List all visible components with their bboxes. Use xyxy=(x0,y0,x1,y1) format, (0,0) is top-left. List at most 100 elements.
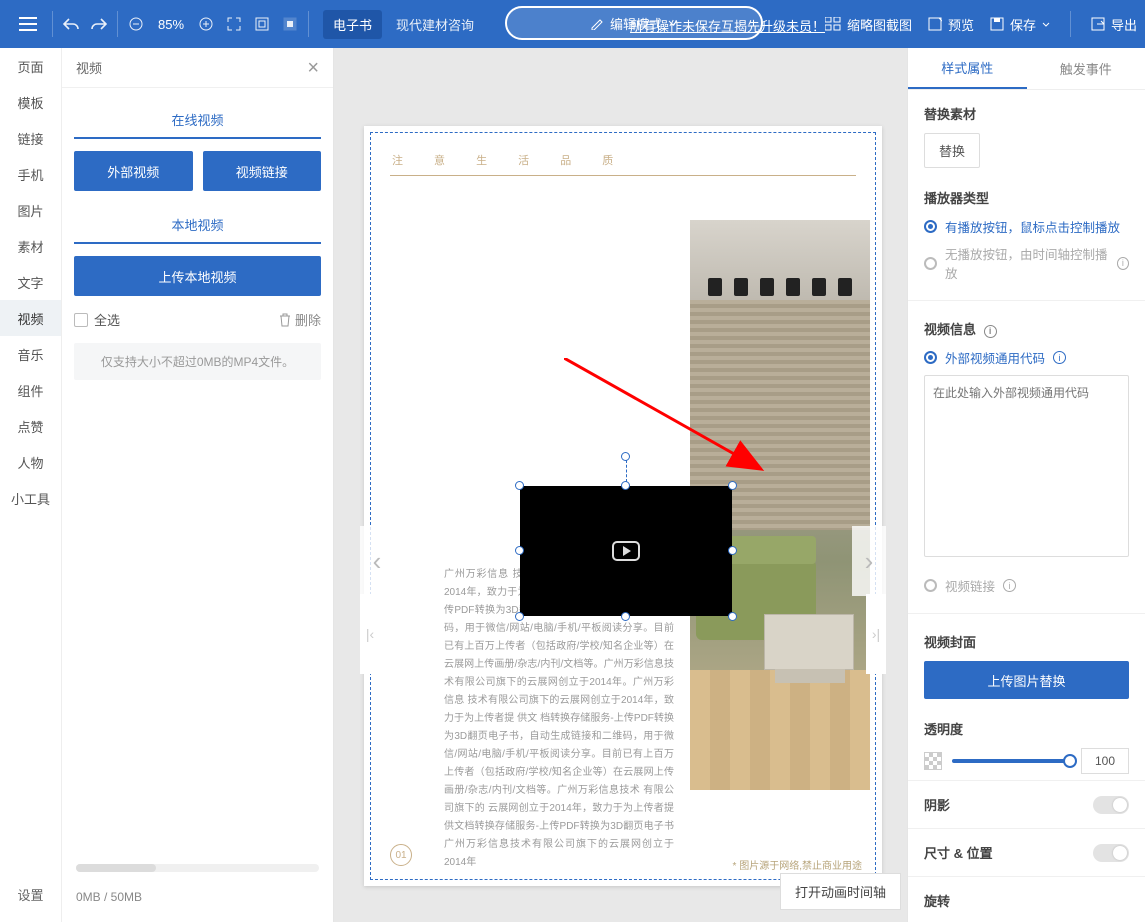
resize-handle[interactable] xyxy=(515,612,524,621)
player-opt-no-button[interactable]: 无播放按钮，由时间轴控制播放 i xyxy=(924,244,1129,282)
delete-button[interactable]: 删除 xyxy=(279,310,321,329)
resize-handle[interactable] xyxy=(515,481,524,490)
video-element[interactable] xyxy=(520,486,732,616)
topbar: 85% 电子书 现代建材咨询 编辑模式 所有操作未保存互揭先升级未员！ 缩略图截… xyxy=(0,0,1145,48)
size-position-row[interactable]: 尺寸 & 位置 xyxy=(908,828,1145,876)
tab-event[interactable]: 触发事件 xyxy=(1027,48,1145,89)
rotate-handle[interactable] xyxy=(621,452,630,461)
open-timeline-button[interactable]: 打开动画时间轴 xyxy=(780,873,901,910)
canvas[interactable]: 注 意 生 活 品 质 * 图片源于网络,禁止商业用途 广州万彩信息 技术有限公… xyxy=(334,48,907,922)
nav-link[interactable]: 链接 xyxy=(0,120,61,156)
nav-asset[interactable]: 素材 xyxy=(0,228,61,264)
nav-tool[interactable]: 小工具 xyxy=(0,480,61,516)
radio-icon xyxy=(924,220,937,233)
tab-local-video[interactable]: 本地视频 xyxy=(74,205,321,244)
nav-music[interactable]: 音乐 xyxy=(0,336,61,372)
radio-icon xyxy=(924,257,937,270)
storage-usage: 0MB / 50MB xyxy=(76,890,142,904)
opacity-title: 透明度 xyxy=(924,719,1129,738)
page-number: 01 xyxy=(390,844,412,866)
video-link-option[interactable]: 视频链接 i xyxy=(924,576,1129,595)
video-code-textarea[interactable] xyxy=(924,375,1129,557)
upload-cover-button[interactable]: 上传图片替换 xyxy=(924,661,1129,699)
info-icon[interactable]: i xyxy=(1117,257,1129,270)
first-page-button[interactable]: |‹ xyxy=(360,594,380,674)
zoom-in-icon[interactable] xyxy=(192,10,220,38)
nav-settings[interactable]: 设置 xyxy=(0,876,61,912)
transparency-icon xyxy=(924,752,942,770)
nav-image[interactable]: 图片 xyxy=(0,192,61,228)
save-icon xyxy=(990,17,1004,31)
replace-button[interactable]: 替换 xyxy=(924,133,980,168)
undo-icon[interactable] xyxy=(57,10,85,38)
info-icon[interactable]: i xyxy=(1003,579,1016,592)
video-info-title: 视频信息 i xyxy=(924,319,1129,338)
page[interactable]: 注 意 生 活 品 质 * 图片源于网络,禁止商业用途 广州万彩信息 技术有限公… xyxy=(364,126,882,886)
external-video-button[interactable]: 外部视频 xyxy=(74,151,193,191)
shadow-row[interactable]: 阴影 xyxy=(908,780,1145,828)
info-icon[interactable]: i xyxy=(1053,351,1066,364)
nav-video[interactable]: 视频 xyxy=(0,300,61,336)
next-page-button[interactable]: › xyxy=(852,526,886,596)
export-button[interactable]: 导出 xyxy=(1091,15,1137,34)
resize-handle[interactable] xyxy=(728,612,737,621)
tab-style[interactable]: 样式属性 xyxy=(908,48,1027,89)
zoom-level[interactable]: 85% xyxy=(150,17,192,32)
nav-widget[interactable]: 组件 xyxy=(0,372,61,408)
shadow-toggle[interactable] xyxy=(1093,796,1129,814)
video-link-button[interactable]: 视频链接 xyxy=(203,151,322,191)
info-icon[interactable]: i xyxy=(984,325,997,338)
select-all-label: 全选 xyxy=(94,310,120,329)
resize-handle[interactable] xyxy=(728,546,737,555)
nav-like[interactable]: 点赞 xyxy=(0,408,61,444)
close-icon[interactable]: × xyxy=(307,58,319,78)
panel-scrollbar[interactable] xyxy=(76,864,319,872)
left-nav: 页面 模板 链接 手机 图片 素材 文字 视频 音乐 组件 点赞 人物 小工具 … xyxy=(0,48,62,922)
thumbnail-button[interactable]: 缩略图截图 xyxy=(825,15,912,34)
resize-handle[interactable] xyxy=(621,612,630,621)
player-opt-with-button[interactable]: 有播放按钮，鼠标点击控制播放 xyxy=(924,217,1129,236)
rotate-row: 旋转 xyxy=(908,876,1145,922)
radio-icon xyxy=(924,579,937,592)
bound2-icon[interactable] xyxy=(276,10,304,38)
zoom-out-icon[interactable] xyxy=(122,10,150,38)
bound1-icon[interactable] xyxy=(248,10,276,38)
tab-online-video[interactable]: 在线视频 xyxy=(74,100,321,139)
nav-page[interactable]: 页面 xyxy=(0,48,61,84)
properties-panel: 样式属性 触发事件 替换素材 替换 播放器类型 有播放按钮，鼠标点击控制播放 无… xyxy=(907,48,1145,922)
radio-icon xyxy=(924,351,937,364)
page-heading: 注 意 生 活 品 质 xyxy=(390,152,856,176)
opacity-value[interactable]: 100 xyxy=(1081,748,1129,774)
last-page-button[interactable]: ›| xyxy=(866,594,886,674)
document-title: 现代建材咨询 xyxy=(396,15,474,34)
menu-icon[interactable] xyxy=(8,17,48,31)
thumbnail-icon xyxy=(825,17,841,31)
sizepos-toggle[interactable] xyxy=(1093,844,1129,862)
resize-handle[interactable] xyxy=(728,481,737,490)
panel-title: 视频 xyxy=(76,58,102,77)
fit-icon[interactable] xyxy=(220,10,248,38)
play-icon xyxy=(612,541,640,561)
video-cover-title: 视频封面 xyxy=(924,632,1129,651)
video-panel: 视频 × 在线视频 外部视频 视频链接 本地视频 上传本地视频 全选 删除 仅支… xyxy=(62,48,334,922)
export-icon xyxy=(1091,17,1105,31)
redo-icon[interactable] xyxy=(85,10,113,38)
preview-button[interactable]: 预览 xyxy=(928,15,974,34)
save-hint[interactable]: 所有操作未保存互揭先升级未员！ xyxy=(630,16,825,35)
video-code-option[interactable]: 外部视频通用代码 i xyxy=(924,348,1129,367)
opacity-slider[interactable] xyxy=(952,759,1071,763)
prev-page-button[interactable]: ‹ xyxy=(360,526,394,596)
nav-text[interactable]: 文字 xyxy=(0,264,61,300)
save-button[interactable]: 保存 xyxy=(990,15,1050,34)
nav-mobile[interactable]: 手机 xyxy=(0,156,61,192)
ebook-tag[interactable]: 电子书 xyxy=(323,10,382,39)
resize-handle[interactable] xyxy=(515,546,524,555)
chevron-down-icon xyxy=(1042,22,1050,27)
nav-person[interactable]: 人物 xyxy=(0,444,61,480)
upload-note: 仅支持大小不超过0MB的MP4文件。 xyxy=(74,343,321,380)
resize-handle[interactable] xyxy=(621,481,630,490)
edit-icon xyxy=(590,16,604,30)
nav-template[interactable]: 模板 xyxy=(0,84,61,120)
select-all-checkbox[interactable] xyxy=(74,313,88,327)
upload-local-video-button[interactable]: 上传本地视频 xyxy=(74,256,321,296)
